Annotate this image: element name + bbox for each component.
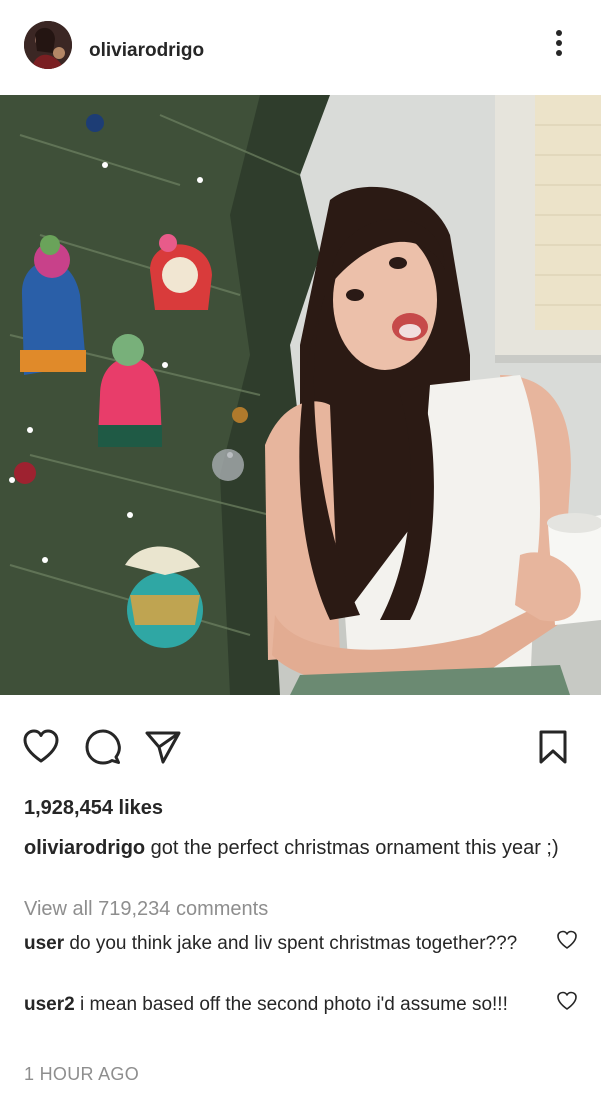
comment-text: do you think jake and liv spent christma… <box>64 933 518 954</box>
comment-username[interactable]: user <box>24 933 64 954</box>
post-username[interactable]: oliviarodrigo <box>89 40 204 62</box>
bookmark-icon[interactable] <box>534 728 572 766</box>
comment-heart-icon[interactable] <box>556 929 578 951</box>
comment-username[interactable]: user2 <box>24 994 75 1015</box>
send-icon[interactable] <box>144 728 182 766</box>
post-header: oliviarodrigo <box>0 0 601 95</box>
view-all-comments-link[interactable]: View all 719,234 comments <box>24 898 268 921</box>
heart-icon[interactable] <box>22 728 60 766</box>
more-options-icon[interactable] <box>548 30 570 60</box>
post-timestamp: 1 HOUR AGO <box>24 1064 140 1084</box>
comment-item: user2 i mean based off the second photo … <box>24 991 534 1019</box>
post-caption: oliviarodrigo got the perfect christmas … <box>24 834 584 863</box>
post-actions <box>0 728 601 768</box>
post-photo[interactable] <box>0 95 601 695</box>
caption-username[interactable]: oliviarodrigo <box>24 837 145 859</box>
comment-icon[interactable] <box>84 728 122 766</box>
avatar[interactable] <box>24 21 72 69</box>
comment-heart-icon[interactable] <box>556 990 578 1012</box>
caption-text: got the perfect christmas ornament this … <box>145 837 559 859</box>
comment-text: i mean based off the second photo i'd as… <box>74 994 508 1015</box>
likes-count[interactable]: 1,928,454 likes <box>24 797 163 820</box>
comment-item: user do you think jake and liv spent chr… <box>24 930 534 958</box>
